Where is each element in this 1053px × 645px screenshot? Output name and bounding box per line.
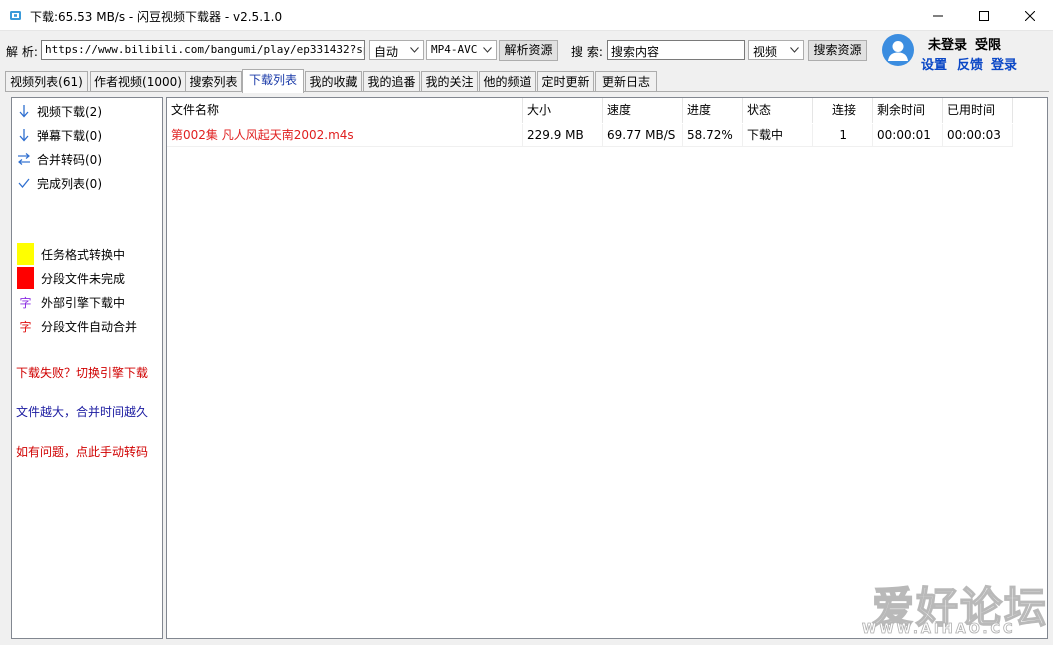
- format-select[interactable]: MP4-AVC: [426, 40, 497, 60]
- parse-label: 解 析:: [6, 45, 38, 59]
- merge-time-note: 文件越大，合并时间越久: [16, 405, 149, 419]
- row-connections: 1: [813, 124, 873, 147]
- row-progress: 58.72%: [683, 124, 743, 147]
- sidebar-item-merge-transcode[interactable]: 合并转码(0): [16, 150, 102, 168]
- legend-swatch-red: [17, 267, 34, 289]
- sidebar-item-label: 弹幕下载(0): [37, 128, 102, 143]
- legend-label: 分段文件自动合并: [41, 320, 138, 334]
- mode-select-value: 自动: [374, 45, 399, 59]
- legend-segment-incomplete: 分段文件未完成: [17, 267, 125, 289]
- row-speed: 69.77 MB/S: [603, 124, 683, 147]
- down-arrow-icon: [16, 127, 32, 143]
- tab-changelog[interactable]: 更新日志: [595, 71, 657, 92]
- search-input[interactable]: 搜索内容: [607, 40, 745, 60]
- column-header-status[interactable]: 状态: [743, 98, 813, 123]
- column-header-size[interactable]: 大小: [523, 98, 603, 123]
- column-header-progress[interactable]: 进度: [683, 98, 743, 123]
- tab-author-videos[interactable]: 作者视频(1000): [90, 71, 186, 92]
- minimize-icon: [933, 15, 943, 16]
- login-status: 未登录: [928, 38, 968, 53]
- title-bar: 下载:65.53 MB/s - 闪豆视频下载器 - v2.5.1.0: [0, 0, 1053, 31]
- mode-select[interactable]: 自动: [369, 40, 424, 60]
- row-elapsed: 00:00:03: [943, 124, 1013, 147]
- avatar[interactable]: [882, 34, 914, 66]
- column-header-name[interactable]: 文件名称: [167, 98, 523, 123]
- column-header-filler: [1013, 98, 1047, 123]
- row-remaining: 00:00:01: [873, 124, 943, 147]
- tab-scheduled-update[interactable]: 定时更新: [537, 71, 594, 92]
- legend-format-converting: 任务格式转换中: [17, 243, 125, 265]
- column-header-connections[interactable]: 连接: [813, 98, 873, 123]
- search-button[interactable]: 搜索资源: [808, 40, 867, 61]
- row-file-name: 第002集 凡人风起天南2002.m4s: [167, 124, 523, 147]
- chevron-down-icon: [790, 47, 799, 53]
- legend-label: 任务格式转换中: [41, 247, 126, 262]
- sidebar-item-danmaku-download[interactable]: 弹幕下载(0): [16, 126, 102, 144]
- feedback-link[interactable]: 反馈: [957, 54, 983, 73]
- sidebar-item-label: 完成列表(0): [37, 176, 102, 191]
- tab-search-list[interactable]: 搜索列表: [185, 71, 242, 92]
- column-header-remaining[interactable]: 剩余时间: [873, 98, 943, 123]
- sidebar-item-label: 合并转码(0): [37, 152, 102, 167]
- row-status: 下载中: [743, 124, 813, 147]
- tab-my-favorites[interactable]: 我的收藏: [305, 71, 362, 92]
- user-icon: [888, 41, 908, 61]
- chevron-down-icon: [483, 47, 492, 53]
- minimize-button[interactable]: [915, 0, 961, 31]
- app-logo-icon: [10, 11, 21, 20]
- sidebar-item-video-download[interactable]: 视频下载(2): [16, 102, 102, 120]
- tab-my-follows[interactable]: 我的关注: [421, 71, 478, 92]
- column-header-elapsed[interactable]: 已用时间: [943, 98, 1013, 123]
- watermark-url: WWW.AIHAO.CC: [862, 622, 1016, 638]
- check-icon: [16, 175, 32, 191]
- search-type-value: 视频: [753, 45, 778, 59]
- watermark: 爱好论坛 WWW.AIHAO.CC: [862, 574, 1050, 642]
- close-button[interactable]: [1007, 0, 1053, 31]
- tab-my-bangumi[interactable]: 我的追番: [363, 71, 420, 92]
- sidebar: 视频下载(2) 弹幕下载(0) 合并转码(0) 完成列表(0) 任务格式转换中 …: [11, 97, 163, 639]
- settings-link[interactable]: 设置: [921, 54, 947, 73]
- search-type-select[interactable]: 视频: [748, 40, 804, 60]
- tab-divider: [5, 91, 1049, 92]
- column-header-speed[interactable]: 速度: [603, 98, 683, 123]
- window-title: 下载:65.53 MB/s - 闪豆视频下载器 - v2.5.1.0: [30, 10, 283, 24]
- download-list: 文件名称 大小 速度 进度 状态 连接 剩余时间 已用时间 第002集 凡人风起…: [166, 97, 1048, 639]
- legend-char-purple: 字: [19, 296, 32, 310]
- login-link[interactable]: 登录: [991, 54, 1017, 73]
- tab-download-list[interactable]: 下载列表: [242, 69, 304, 93]
- close-icon: [1025, 10, 1035, 21]
- legend-swatch-yellow: [17, 243, 34, 265]
- url-input[interactable]: https://www.bilibili.com/bangumi/play/ep…: [41, 40, 365, 60]
- tab-his-channel[interactable]: 他的频道: [479, 71, 536, 92]
- tab-video-list[interactable]: 视频列表(61): [5, 71, 88, 92]
- maximize-button[interactable]: [961, 0, 1007, 31]
- legend-char-red: 字: [19, 320, 32, 334]
- switch-engine-link[interactable]: 下载失败？切换引擎下载: [16, 364, 148, 381]
- search-label: 搜 索:: [571, 45, 603, 59]
- sidebar-item-completed[interactable]: 完成列表(0): [16, 174, 102, 192]
- legend-label: 分段文件未完成: [41, 271, 126, 286]
- convert-arrows-icon: [16, 151, 32, 167]
- sidebar-item-label: 视频下载(2): [37, 104, 102, 119]
- manual-transcode-link[interactable]: 如有问题，点此手动转码: [16, 443, 148, 460]
- legend-auto-merge: 字 分段文件自动合并: [17, 318, 137, 335]
- down-arrow-icon: [16, 103, 32, 119]
- chevron-down-icon: [410, 47, 419, 53]
- maximize-icon: [979, 10, 989, 21]
- format-select-value: MP4-AVC: [431, 43, 478, 56]
- legend-external-engine: 字 外部引擎下载中: [17, 294, 125, 311]
- limit-status: 受限: [975, 38, 1002, 53]
- row-size: 229.9 MB: [523, 124, 603, 147]
- legend-label: 外部引擎下载中: [41, 296, 126, 310]
- parse-button[interactable]: 解析资源: [499, 40, 558, 61]
